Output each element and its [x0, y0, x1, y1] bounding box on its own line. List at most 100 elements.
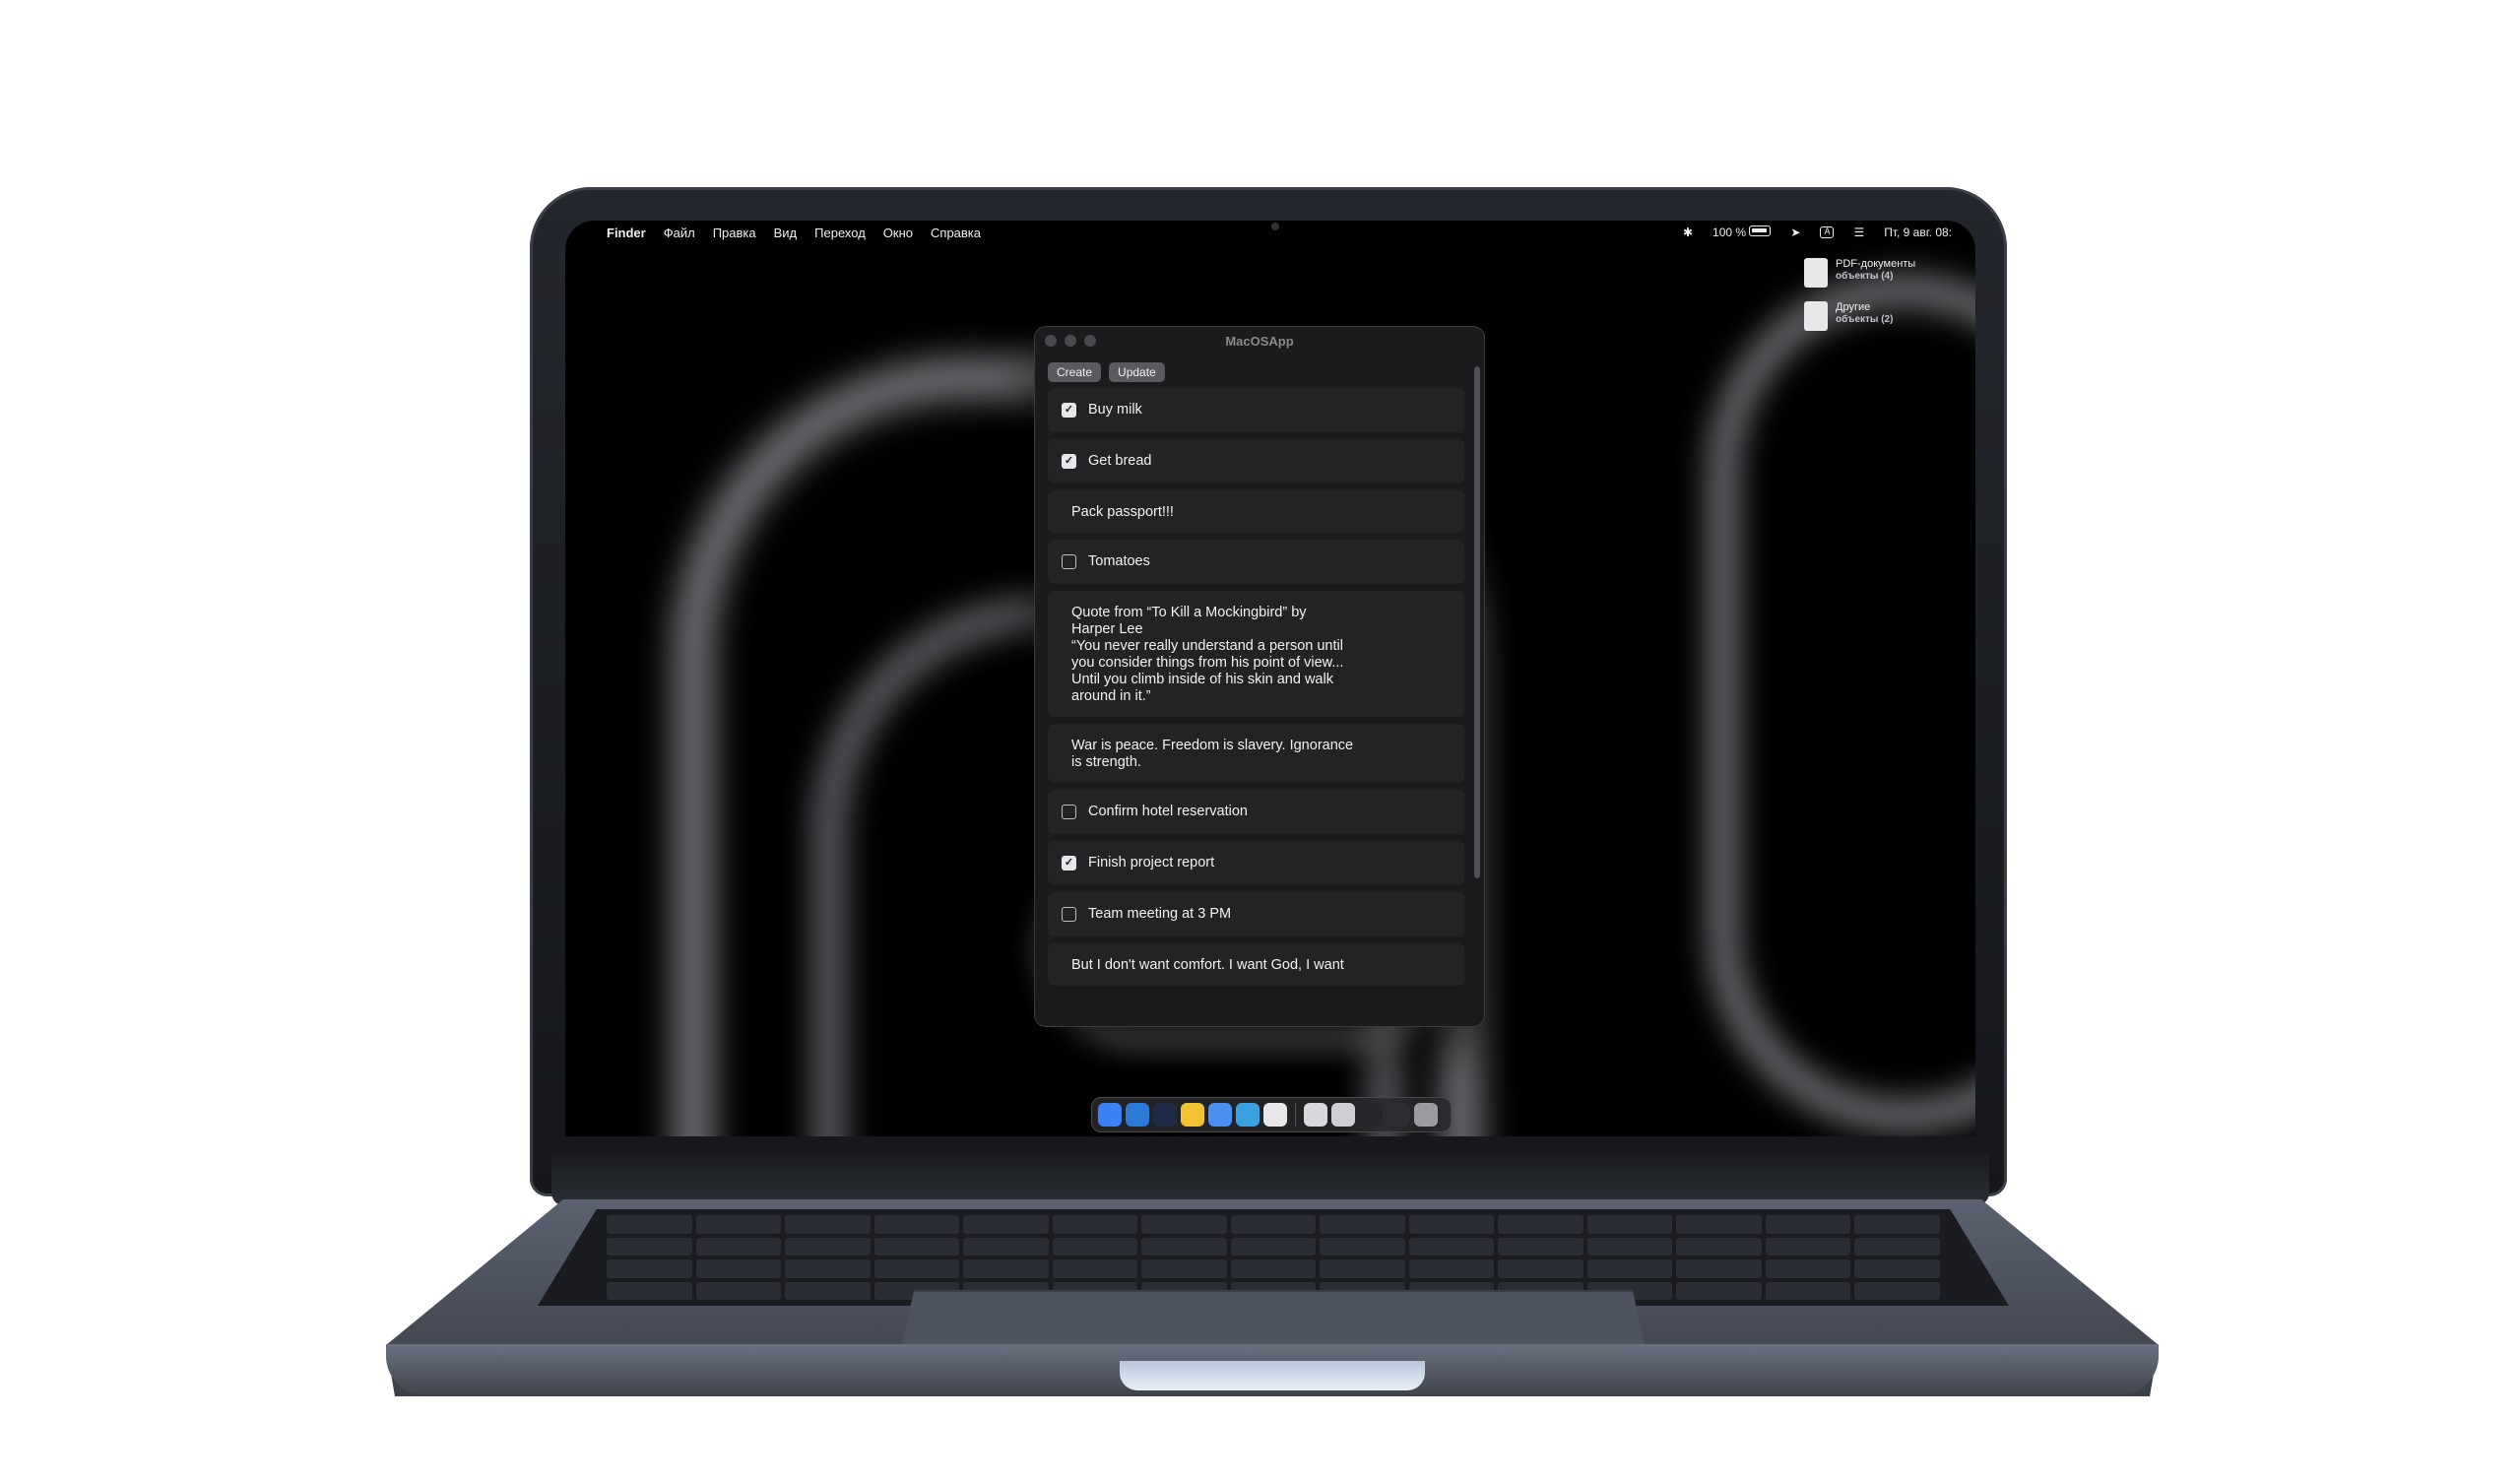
desktop-stacks: PDF-документы объекты (4) Другие объекты… — [1804, 258, 1952, 345]
camera — [1271, 223, 1279, 230]
create-button[interactable]: Create — [1048, 362, 1102, 382]
wallpaper-arch-right — [1708, 275, 1975, 1131]
input-source-icon[interactable]: A — [1820, 226, 1835, 238]
keyboard-key — [695, 1259, 782, 1278]
keyboard-key — [1141, 1259, 1227, 1278]
menu-go[interactable]: Переход — [814, 226, 866, 240]
window-thumb-2-icon[interactable] — [1387, 1103, 1410, 1127]
files-stack-icon — [1804, 301, 1828, 331]
telegram-icon[interactable] — [1236, 1103, 1260, 1127]
keyboard-key — [963, 1259, 1049, 1278]
checkbox-checked[interactable]: ✓ — [1062, 856, 1076, 870]
keyboard-key — [785, 1237, 871, 1256]
keyboard-key — [785, 1281, 871, 1300]
checkbox-checked[interactable]: ✓ — [1062, 403, 1076, 418]
todo-item[interactable]: ✓ Get bread — [1048, 439, 1464, 484]
todo-item[interactable]: Confirm hotel reservation — [1048, 790, 1464, 834]
keyboard-key — [1230, 1259, 1317, 1278]
keyboard-key — [1676, 1237, 1762, 1256]
keyboard-key — [1408, 1259, 1495, 1278]
note-item[interactable]: War is peace. Freedom is slavery. Ignora… — [1048, 724, 1464, 783]
status-area: ✱ 100 % ➤ A ☰ Пт, 9 авг. 08: — [1683, 226, 1952, 239]
checkbox-unchecked[interactable] — [1062, 554, 1076, 569]
items-list: ✓ Buy milk ✓ Get bread Pack passport!!! Tomat… — [1035, 388, 1484, 986]
menu-help[interactable]: Справка — [931, 226, 981, 240]
keyboard-key — [1408, 1237, 1495, 1256]
menu-finder[interactable]: Finder — [607, 226, 646, 240]
checkbox-checked[interactable]: ✓ — [1062, 454, 1076, 469]
battery-status[interactable]: 100 % — [1712, 226, 1772, 239]
note-item[interactable]: Quote from “To Kill a Mockingbird” by Ha… — [1048, 591, 1464, 717]
note-text: Quote from “To Kill a Mockingbird” by Ha… — [1071, 605, 1344, 704]
menu-view[interactable]: Вид — [774, 226, 798, 240]
menu-window[interactable]: Окно — [883, 226, 913, 240]
document-2-icon[interactable] — [1331, 1103, 1355, 1127]
keyboard-key — [1765, 1281, 1851, 1300]
keyboard-key — [1320, 1259, 1405, 1278]
keyboard-key — [695, 1237, 782, 1256]
safari-icon[interactable] — [1126, 1103, 1149, 1127]
keyboard-key — [1320, 1215, 1405, 1234]
telegram-status-icon[interactable]: ➤ — [1790, 226, 1800, 239]
desktop-stack-other[interactable]: Другие объекты (2) — [1804, 301, 1952, 331]
keyboard-key — [1052, 1215, 1138, 1234]
keyboard-key — [1052, 1259, 1138, 1278]
window-thumb-icon[interactable] — [1359, 1103, 1383, 1127]
keyboard-key — [607, 1281, 692, 1300]
xcode-icon[interactable] — [1153, 1103, 1177, 1127]
menu-clock[interactable]: Пт, 9 авг. 08: — [1884, 226, 1952, 239]
xcode-blue-icon[interactable] — [1208, 1103, 1232, 1127]
laptop-hinge — [551, 1152, 1989, 1206]
keyboard-key — [695, 1281, 782, 1300]
keyboard-key — [1230, 1237, 1317, 1256]
checkbox-unchecked[interactable] — [1062, 907, 1076, 922]
todo-text: Confirm hotel reservation — [1088, 804, 1248, 819]
desktop-stack-pdf[interactable]: PDF-документы объекты (4) — [1804, 258, 1952, 288]
stack-label: Другие — [1836, 301, 1871, 313]
window-title: MacOSApp — [1225, 333, 1294, 349]
app-window: MacOSApp Create Update ✓ Buy milk ✓ Get bre… — [1035, 327, 1484, 1026]
todo-item[interactable]: ✓ Finish project report — [1048, 841, 1464, 885]
note-text: But I don't want comfort. I want God, I … — [1071, 957, 1344, 973]
note-item[interactable]: But I don't want comfort. I want God, I … — [1048, 943, 1464, 986]
chrome-icon[interactable] — [1181, 1103, 1204, 1127]
menu-edit[interactable]: Правка — [713, 226, 756, 240]
trash-icon[interactable] — [1414, 1103, 1438, 1127]
todo-text: Get bread — [1088, 453, 1152, 469]
notes-icon[interactable] — [1263, 1103, 1287, 1127]
keyboard-key — [1498, 1215, 1583, 1234]
keyboard-key — [1586, 1259, 1673, 1278]
todo-item[interactable]: Team meeting at 3 PM — [1048, 892, 1464, 936]
todo-text: Team meeting at 3 PM — [1088, 906, 1232, 922]
dock-separator — [1295, 1103, 1296, 1127]
laptop-front-notch — [1120, 1361, 1425, 1390]
keyboard-key — [1765, 1237, 1851, 1256]
todo-item[interactable]: Tomatoes — [1048, 540, 1464, 584]
todo-text: Finish project report — [1088, 855, 1215, 870]
window-titlebar[interactable]: MacOSApp — [1035, 327, 1484, 355]
finder-icon[interactable] — [1098, 1103, 1122, 1127]
keyboard-key — [1676, 1215, 1762, 1234]
control-center-icon[interactable]: ☰ — [1853, 226, 1864, 239]
update-button[interactable]: Update — [1109, 362, 1165, 382]
keyboard-key — [607, 1259, 692, 1278]
checkbox-unchecked[interactable] — [1062, 805, 1076, 819]
bluetooth-icon[interactable]: ✱ — [1683, 226, 1693, 239]
note-item[interactable]: Pack passport!!! — [1048, 490, 1464, 533]
menu-file[interactable]: Файл — [664, 226, 695, 240]
scrollbar[interactable] — [1474, 366, 1480, 878]
document-icon[interactable] — [1304, 1103, 1327, 1127]
stack-count: объекты (2) — [1836, 314, 1894, 325]
keyboard-key — [873, 1259, 960, 1278]
battery-percent: 100 % — [1712, 226, 1747, 239]
dock — [1091, 1097, 1452, 1132]
keyboard-key — [1854, 1281, 1940, 1300]
keyboard-key — [1141, 1215, 1227, 1234]
todo-item[interactable]: ✓ Buy milk — [1048, 388, 1464, 432]
keyboard-key — [1498, 1237, 1583, 1256]
keyboard-key — [1052, 1237, 1138, 1256]
keyboard-key — [607, 1237, 692, 1256]
keyboard-key — [1854, 1259, 1940, 1278]
keyboard-key — [1141, 1237, 1227, 1256]
keyboard-key — [607, 1215, 692, 1234]
